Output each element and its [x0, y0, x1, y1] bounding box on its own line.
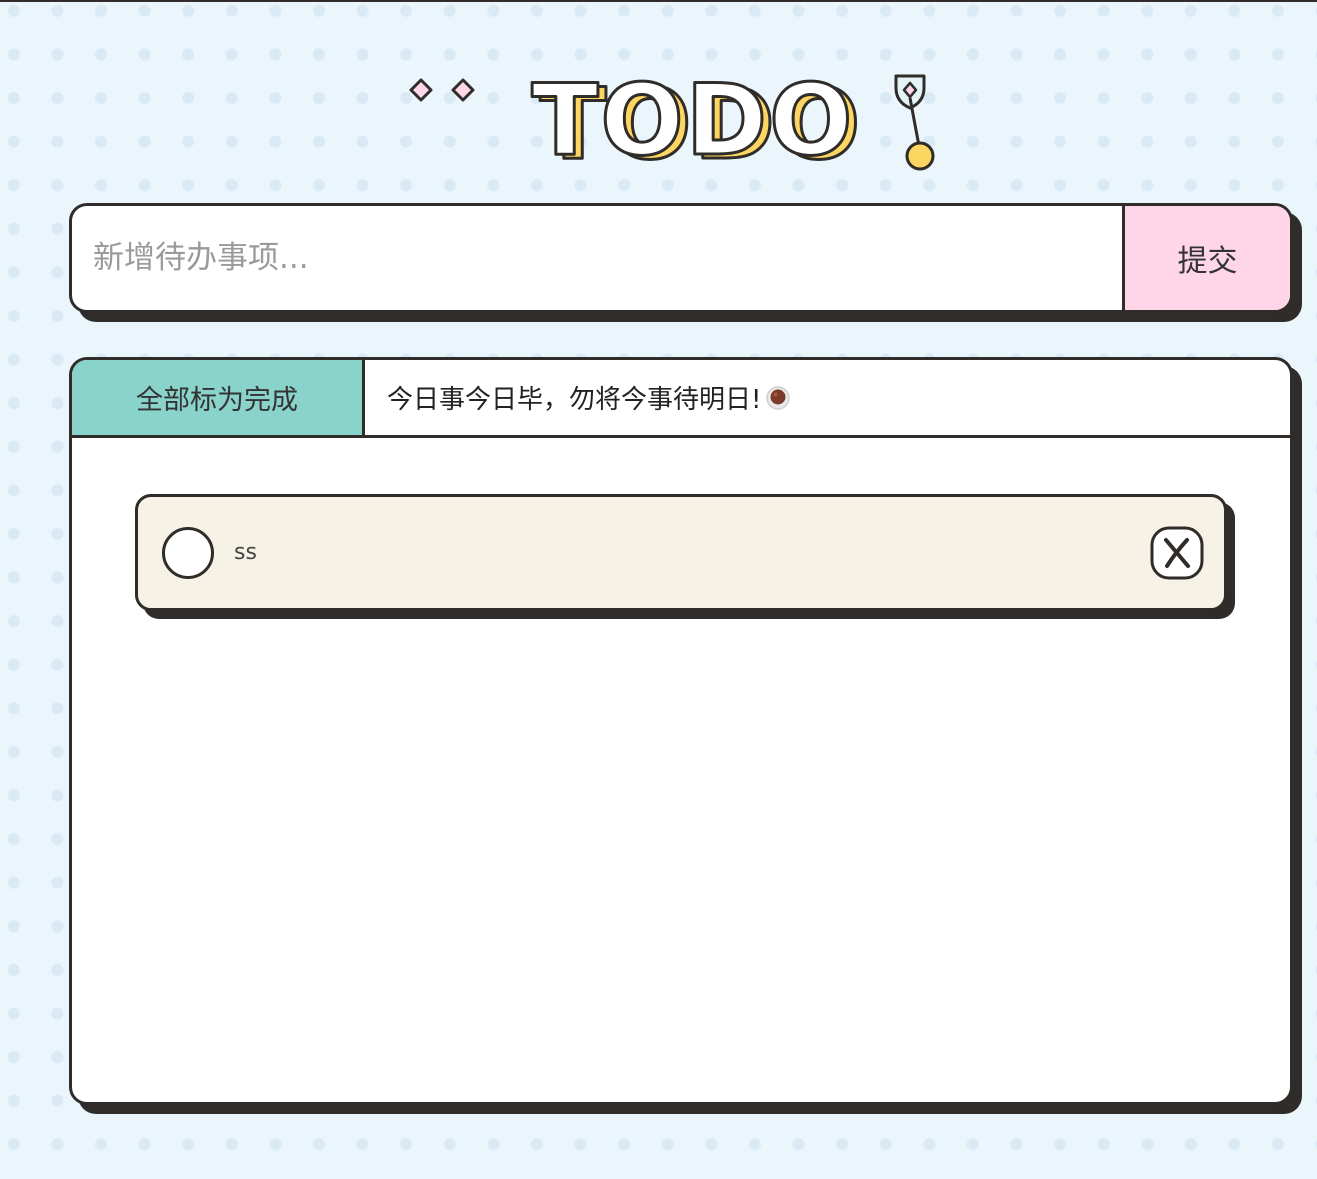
todo-item[interactable]: ss: [135, 494, 1227, 611]
app-logo: TODO TODO: [404, 63, 944, 184]
pendulum-icon: [894, 74, 935, 171]
list-header: 全部标为完成 今日事今日毕，勿将今事待明日!: [72, 360, 1290, 438]
submit-button[interactable]: 提交: [1122, 206, 1290, 310]
diamond-sparkle-icon: [409, 78, 475, 102]
todo-complete-toggle[interactable]: [162, 526, 214, 579]
close-icon: [1150, 526, 1204, 579]
coffee-icon: [765, 385, 791, 411]
motto-text: 今日事今日毕，勿将今事待明日!: [387, 385, 762, 415]
app-title: TODO: [532, 64, 855, 178]
new-todo-form: 提交: [69, 203, 1293, 313]
todo-text: ss: [234, 540, 257, 565]
new-todo-input[interactable]: [72, 206, 1122, 310]
mark-all-complete-button[interactable]: 全部标为完成: [72, 360, 365, 435]
todo-list-panel: 全部标为完成 今日事今日毕，勿将今事待明日! ss: [69, 357, 1293, 1105]
motto: 今日事今日毕，勿将今事待明日!: [365, 360, 791, 435]
delete-todo-button[interactable]: [1150, 526, 1204, 580]
